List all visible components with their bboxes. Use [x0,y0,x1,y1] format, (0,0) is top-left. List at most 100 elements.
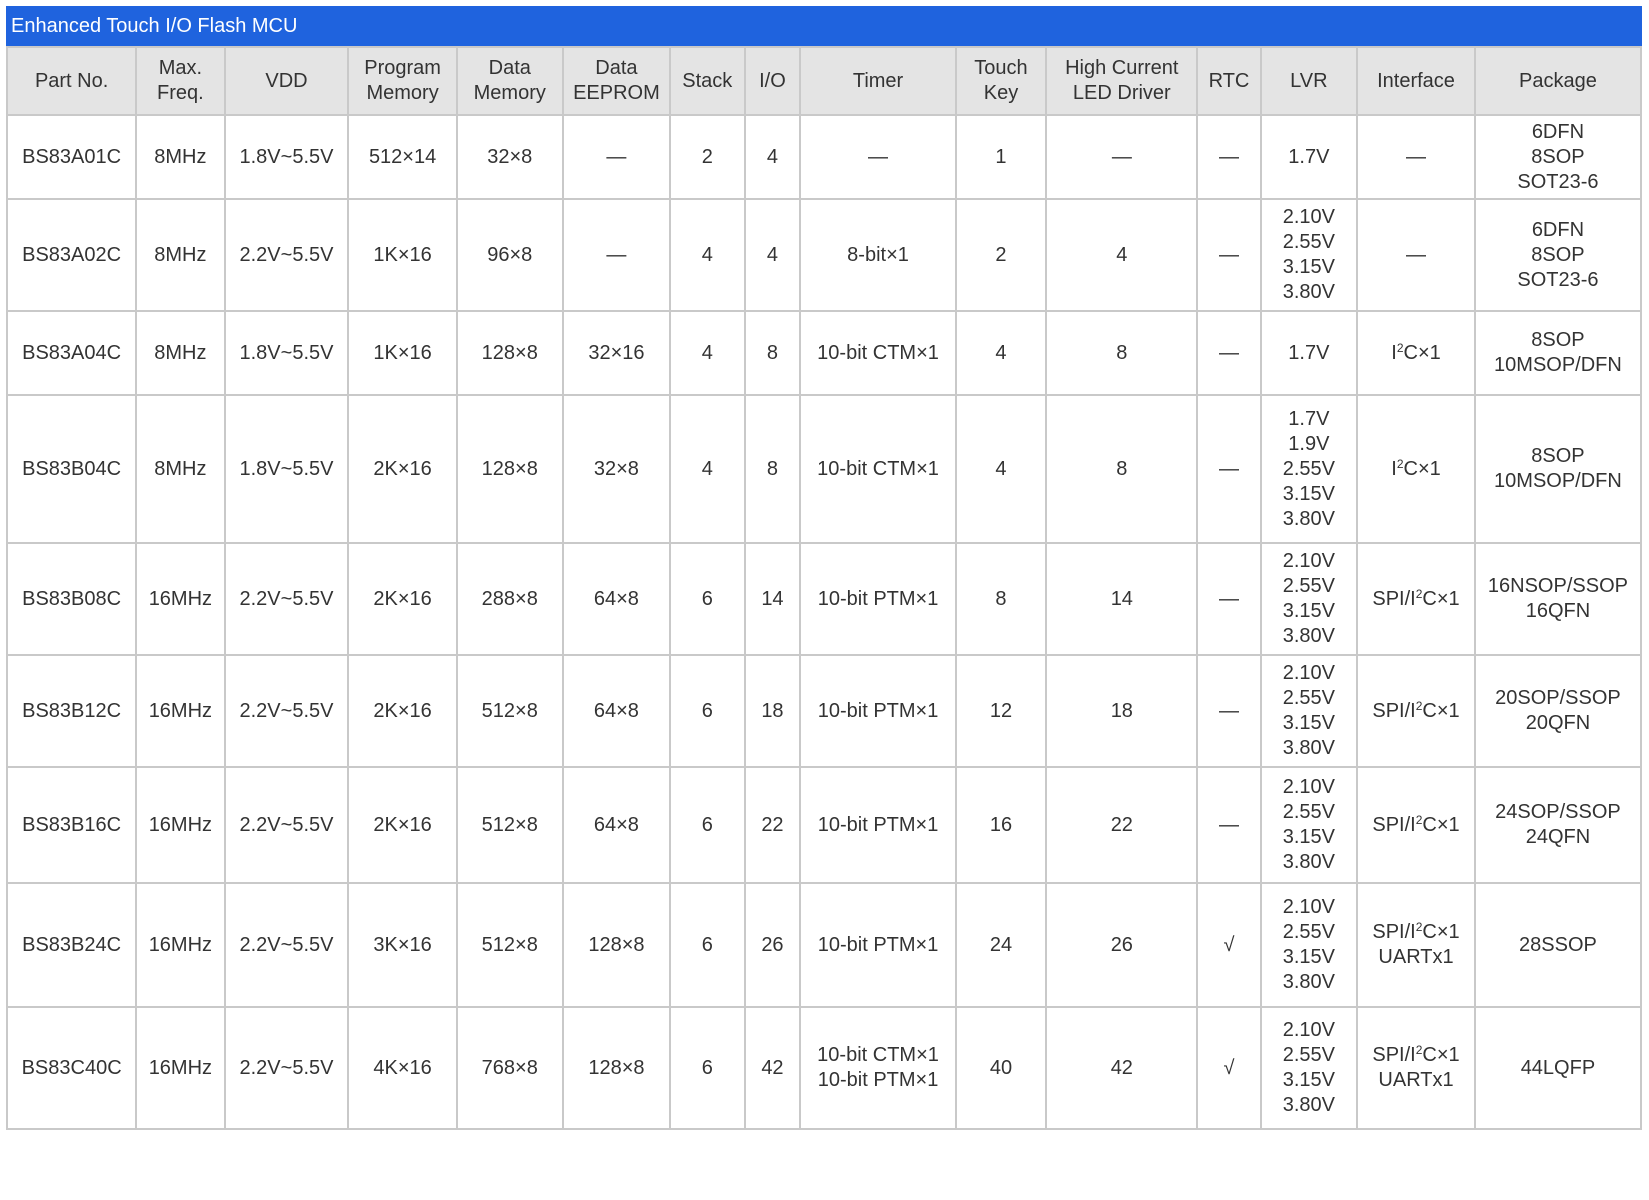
cell-timer-line: 10-bit PTM×1 [817,933,939,956]
header-text: Timer [852,69,904,92]
cell-rtc-line: — [1218,341,1239,364]
header-text: Part No. [34,69,109,92]
cell-stack: 2 [669,114,746,200]
cell-touch-key: 40 [954,1006,1048,1130]
cell-program-memory-line: 3K×16 [373,933,432,956]
cell-lvr-line: 3.15V [1282,826,1335,848]
cell-vdd-line: 1.8V~5.5V [239,341,334,364]
cell-data-memory-line: 288×8 [481,587,538,610]
column-header-led-driver: High Current LED Driver [1045,46,1199,116]
cell-program-memory: 4K×16 [347,1006,458,1130]
column-header-interface: Interface [1356,46,1476,116]
header-text: LED Driver [1072,82,1171,104]
cell-rtc: — [1196,114,1262,200]
cell-led-driver: 8 [1045,310,1199,396]
cell-rtc: — [1196,394,1262,544]
cell-timer-line: 10-bit PTM×1 [817,587,939,610]
column-header-timer: Timer [799,46,957,116]
cell-stack-line: 4 [701,341,713,364]
cell-led-driver: — [1045,114,1199,200]
cell-package-line: 8SOP [1531,145,1585,168]
cell-part-no: BS83B08C [5,542,138,656]
cell-stack-line: 6 [701,1056,713,1079]
cell-part-no-line: BS83A01C [22,145,122,168]
cell-vdd-line: 2.2V~5.5V [239,699,334,722]
cell-vdd-line: 2.2V~5.5V [239,243,334,266]
cell-vdd: 2.2V~5.5V [223,882,350,1008]
cell-lvr-line: 2.55V [1282,801,1335,823]
cell-package-line: 8SOP [1531,243,1585,266]
cell-interface-line: SPI/I2C×1 [1372,698,1460,722]
cell-touch-key: 16 [954,766,1048,884]
header-text: EEPROM [573,82,660,104]
cell-touch-key: 8 [954,542,1048,656]
cell-stack-line: 2 [701,145,713,168]
mcu-spec-table: Part No. Max. Freq. VDD Program Memory Data Mem… [5,46,1643,1130]
cell-program-memory: 1K×16 [347,310,458,396]
cell-rtc-line: — [1218,243,1239,266]
column-header-data-eeprom: Data EEPROM [561,46,672,116]
cell-part-no-line: BS83B24C [22,933,122,956]
cell-rtc: — [1196,542,1262,656]
header-text: Program [364,57,441,79]
cell-io-line: 18 [761,699,784,722]
table-header: Part No. Max. Freq. VDD Program Memory Data Mem… [5,46,1643,116]
cell-touch-key: 4 [954,394,1048,544]
cell-interface-line: SPI/I2C×1 [1372,920,1460,943]
cell-package: 28SSOP [1473,882,1643,1008]
column-header-data-memory: Data Memory [455,46,564,116]
cell-package-line: 6DFN [1531,120,1585,143]
cell-lvr-line: 2.10V [1282,662,1335,684]
cell-part-no-line: BS83A02C [22,243,122,266]
cell-data-eeprom-line: — [606,145,627,168]
cell-io: 8 [743,310,802,396]
cell-data-memory-line: 512×8 [481,813,538,836]
cell-package: 16NSOP/SSOP 16QFN [1473,542,1643,656]
cell-data-memory: 32×8 [455,114,564,200]
cell-touch-key: 12 [954,654,1048,768]
cell-data-eeprom-line: 64×8 [593,587,639,610]
column-header-program-memory: Program Memory [347,46,458,116]
cell-lvr-line: 2.55V [1282,1044,1335,1066]
cell-max-freq-line: 16MHz [148,587,213,610]
cell-part-no-line: BS83B16C [22,813,122,836]
cell-package: 20SOP/SSOP 20QFN [1473,654,1643,768]
cell-io: 26 [743,882,802,1008]
cell-timer: — [799,114,957,200]
cell-io: 22 [743,766,802,884]
cell-touch-key-line: 40 [989,1056,1013,1079]
column-header-max-freq: Max. Freq. [135,46,226,116]
cell-lvr-line: 2.55V [1282,575,1335,597]
header-text: Memory [366,82,439,104]
cell-interface: SPI/I2C×1 [1356,654,1476,768]
header-text: LVR [1290,69,1328,92]
cell-stack: 4 [669,198,746,312]
cell-rtc-line: √ [1223,933,1235,956]
product-table-panel: Enhanced Touch I/O Flash MCU Part No. Max… [5,6,1643,1130]
cell-data-eeprom-line: 128×8 [588,933,645,956]
header-text: I/O [759,69,786,92]
cell-part-no: BS83B16C [5,766,138,884]
cell-program-memory-line: 512×14 [368,145,437,168]
cell-interface: SPI/I2C×1 [1356,542,1476,656]
cell-timer: 10-bit PTM×1 [799,882,957,1008]
cell-data-eeprom-line: — [606,243,627,266]
cell-max-freq-line: 16MHz [148,813,213,836]
cell-data-memory-line: 32×8 [487,145,533,168]
header-text: Interface [1377,69,1455,92]
cell-lvr-line: 3.80V [1282,851,1335,873]
cell-io-line: 8 [766,457,778,480]
cell-max-freq: 8MHz [135,114,226,200]
header-text: Data [595,57,638,79]
cell-lvr-line: 2.55V [1282,921,1335,943]
cell-io-line: 4 [766,243,778,266]
cell-led-driver: 8 [1045,394,1199,544]
table-row: BS83B04C 8MHz 1.8V~5.5V 2K×16 128×8 32×8 4 8 10-… [5,394,1643,544]
cell-touch-key-line: 12 [989,699,1013,722]
cell-data-eeprom-line: 32×16 [588,341,645,364]
cell-led-driver-line: — [1111,145,1132,168]
cell-package: 24SOP/SSOP 24QFN [1473,766,1643,884]
cell-rtc-line: — [1218,457,1239,480]
cell-led-driver-line: 18 [1110,699,1133,722]
cell-stack: 4 [669,310,746,396]
